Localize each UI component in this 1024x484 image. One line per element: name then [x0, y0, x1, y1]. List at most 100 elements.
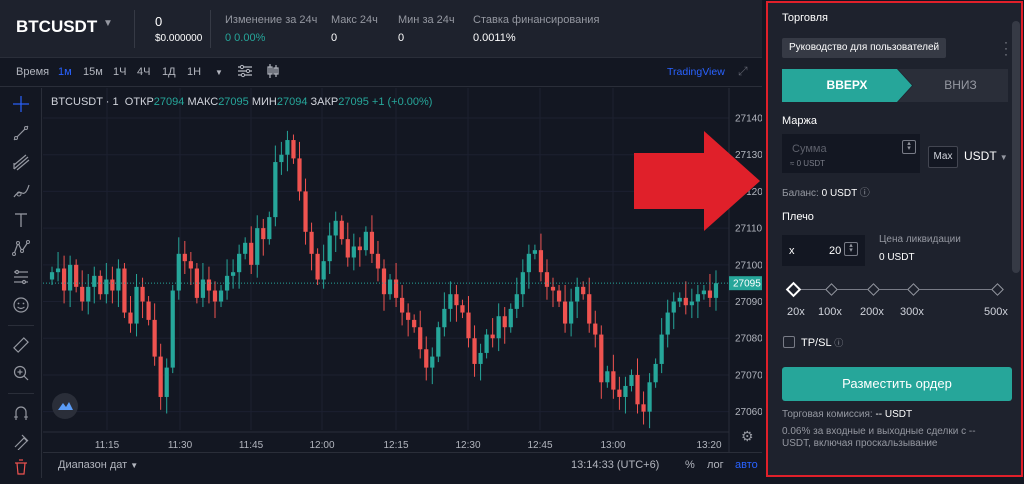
emoji-icon[interactable]	[9, 296, 33, 320]
candle-body	[406, 312, 411, 320]
candle-body	[55, 268, 61, 273]
candle-body	[713, 283, 719, 298]
trading-fee: Торговая комиссия: -- USDT	[782, 409, 912, 420]
interval-15m[interactable]: 15м	[83, 66, 103, 78]
leverage-input[interactable]: x 20 ▴ ▾	[782, 235, 865, 266]
y-tick-label: 27140	[735, 114, 762, 125]
interval-1w[interactable]: 1Н	[187, 66, 201, 78]
brush-icon[interactable]	[9, 182, 33, 206]
candle-body	[98, 275, 103, 295]
slider-label-300x[interactable]: 300x	[900, 306, 924, 318]
magnet-icon[interactable]	[9, 404, 33, 428]
crosshair-icon[interactable]	[9, 95, 33, 119]
help-icon[interactable]: ⓘ	[860, 188, 870, 199]
slider-label-20x[interactable]: 20x	[787, 306, 805, 318]
log-toggle[interactable]: лог	[707, 459, 724, 471]
place-order-button[interactable]: Разместить ордер	[782, 367, 1012, 401]
chart-settings-gear-icon[interactable]: ⚙	[741, 428, 754, 445]
x-tick-label: 12:00	[309, 440, 334, 451]
tradingview-logo-icon[interactable]	[52, 393, 78, 419]
pitchfork-icon[interactable]	[9, 153, 33, 177]
candle-body	[164, 367, 169, 397]
ohlc-legend: BTCUSDT · 1 ОТКР27094 МАКС27095 МИН27094…	[51, 96, 432, 108]
long-up-button[interactable]: ВВЕРХ	[782, 69, 912, 102]
x-tick-label: 12:15	[383, 440, 408, 451]
auto-toggle[interactable]: авто	[735, 459, 758, 471]
slider-label-100x[interactable]: 100x	[818, 306, 842, 318]
candle-body	[575, 286, 580, 302]
interval-1h[interactable]: 1Ч	[113, 66, 126, 78]
candle-body	[182, 253, 187, 262]
slider-step[interactable]	[991, 283, 1004, 296]
slider-label-200x[interactable]: 200x	[860, 306, 884, 318]
interval-4h[interactable]: 4Ч	[137, 66, 150, 78]
market-header: BTCUSDT ▼ 0 $0.000000 Изменение за 24ч 0…	[0, 0, 762, 58]
currency-select[interactable]: USDT ▼	[964, 149, 1008, 163]
tradingview-link[interactable]: TradingView	[667, 66, 725, 78]
symbol-title[interactable]: BTCUSDT	[16, 17, 97, 37]
prediction-icon[interactable]	[9, 268, 33, 292]
chevron-down-icon[interactable]: ▼	[215, 68, 223, 77]
info-icon[interactable]: ⓘ	[834, 338, 843, 348]
lock-drawing-icon[interactable]	[9, 432, 33, 456]
chevron-down-icon: ▼	[999, 153, 1008, 162]
candles-icon[interactable]	[265, 63, 281, 82]
tpsl-checkbox[interactable]	[783, 336, 795, 348]
leverage-slider[interactable]	[785, 281, 1004, 298]
high-label: МАКС	[187, 96, 219, 108]
candle-body	[478, 352, 483, 364]
candle-body	[279, 154, 284, 163]
balance: Баланс: 0 USDT ⓘ	[782, 184, 870, 199]
candle-body	[80, 286, 85, 302]
liq-label: Цена ликвидации	[879, 234, 961, 245]
candle-body	[412, 319, 417, 328]
text-tool-icon[interactable]	[9, 211, 33, 235]
indicators-settings-icon[interactable]	[237, 63, 253, 82]
short-down-button[interactable]: ВНИЗ	[898, 69, 1008, 102]
change-value: +1 (+0.00%)	[371, 96, 433, 108]
currency-value: USDT	[964, 149, 997, 163]
close-label: ЗАКР	[310, 96, 339, 108]
candle-body	[140, 286, 145, 302]
y-tick-label: 27060	[735, 407, 762, 418]
candle-body	[701, 290, 707, 295]
candle-body	[309, 231, 314, 254]
max-button[interactable]: Max	[928, 146, 958, 168]
slider-label-500x[interactable]: 500x	[984, 306, 1008, 318]
fee-value: -- USDT	[875, 409, 913, 420]
slider-step[interactable]	[825, 283, 838, 296]
candle-body	[104, 279, 109, 295]
candle-body	[514, 294, 519, 309]
trend-line-icon[interactable]	[9, 124, 33, 148]
x-tick-label: 13:00	[600, 440, 625, 451]
pattern-icon[interactable]	[9, 239, 33, 263]
trash-icon[interactable]	[9, 458, 33, 482]
chevron-down-icon[interactable]: ▼	[103, 18, 113, 29]
ruler-icon[interactable]	[9, 336, 33, 360]
candle-body	[466, 312, 471, 339]
slider-step[interactable]	[867, 283, 880, 296]
date-range-button[interactable]: Диапазон дат ▼	[58, 459, 138, 471]
slider-step[interactable]	[907, 283, 920, 296]
slider-handle[interactable]	[785, 281, 802, 298]
candle-body	[92, 275, 97, 287]
liq-value: 0 USDT	[879, 252, 915, 263]
amount-stepper-icon[interactable]: ▴ ▾	[902, 140, 916, 154]
candle-body	[170, 290, 175, 368]
trading-panel: Торговля Руководство для пользователей ·…	[766, 1, 1023, 477]
more-options-icon[interactable]: · · ·	[1004, 36, 1010, 60]
candle-body	[49, 272, 55, 280]
zoom-in-icon[interactable]	[9, 364, 33, 388]
expand-icon[interactable]: ⤢	[738, 64, 748, 79]
candle-body	[496, 316, 501, 339]
percent-toggle[interactable]: %	[685, 459, 695, 471]
user-guide-button[interactable]: Руководство для пользователей	[782, 38, 947, 58]
interval-1m[interactable]: 1м	[58, 66, 72, 78]
candle-body	[647, 382, 652, 412]
leverage-label: Плечо	[782, 211, 814, 223]
scrollbar[interactable]	[1012, 21, 1020, 273]
leverage-stepper-icon[interactable]: ▴ ▾	[844, 242, 858, 256]
interval-1d[interactable]: 1Д	[162, 66, 176, 78]
time-label[interactable]: Время	[16, 66, 49, 78]
amount-input[interactable]: Сумма ≈ 0 USDT ▴ ▾	[782, 134, 920, 173]
